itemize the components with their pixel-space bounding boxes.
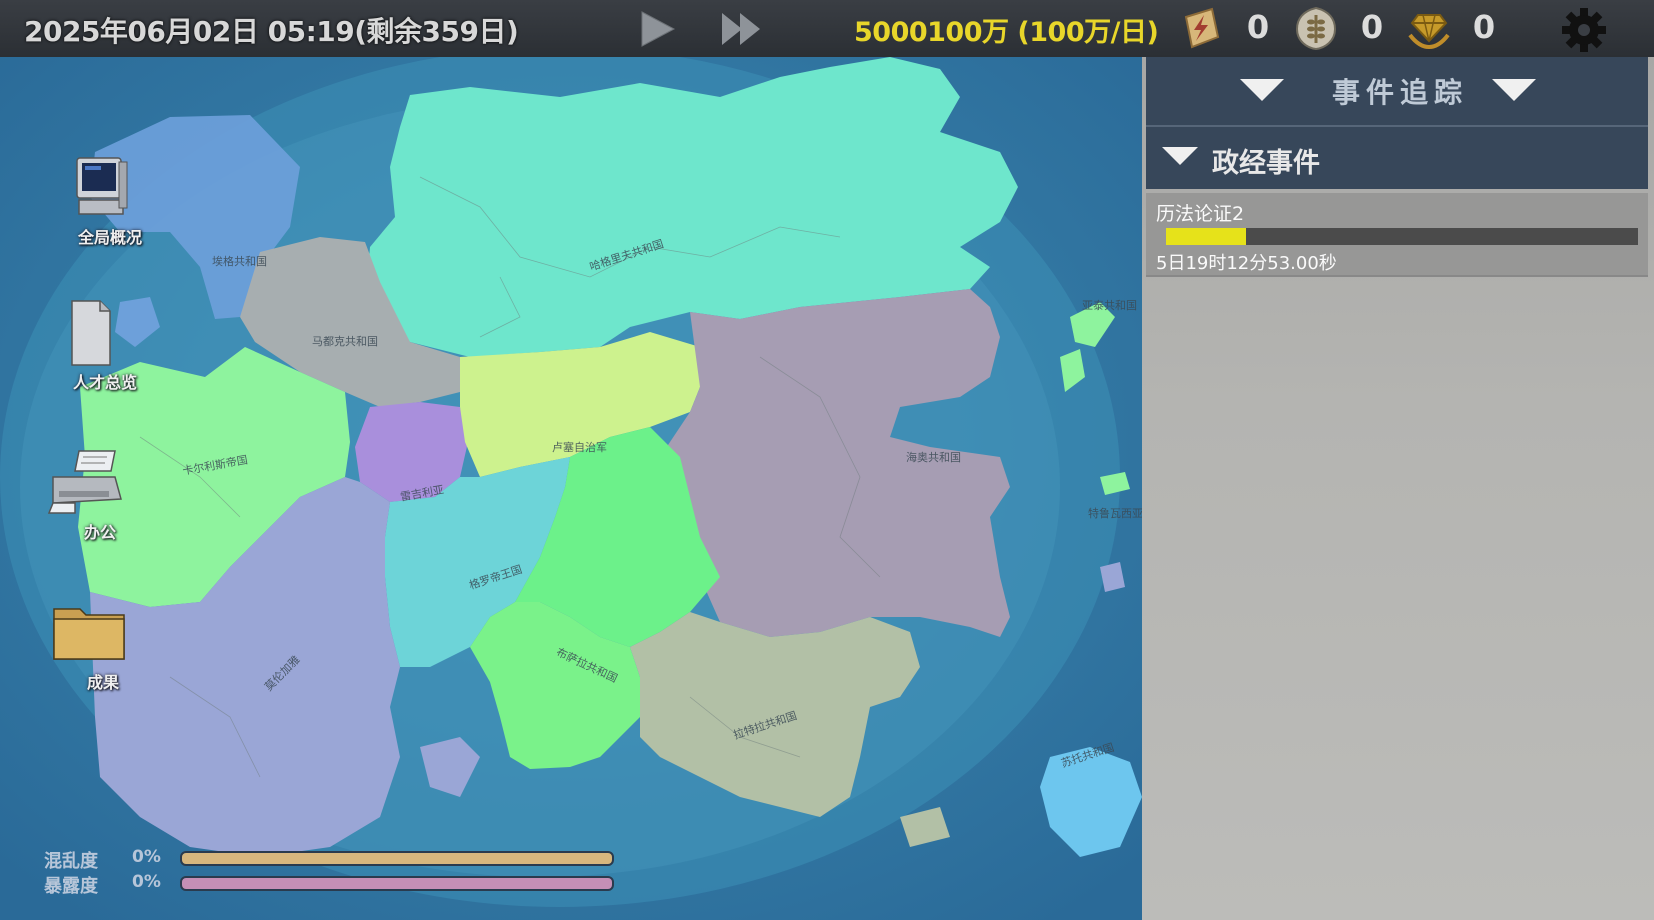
diamond-hands-icon[interactable] (1406, 5, 1452, 51)
region-label: 特鲁瓦西亚 (1088, 507, 1142, 520)
lightning-scroll-icon[interactable] (1178, 5, 1224, 51)
exposure-meter: 暴露度 0% (44, 870, 624, 897)
desktop-item-label: 全局概况 (77, 228, 142, 247)
event-tracker-header: 事件追踪 (1146, 57, 1648, 127)
top-bar: 2025年06月02日 05:19(剩余359日) 5000100万 (100万… (0, 0, 1654, 57)
play-icon (641, 11, 676, 47)
event-name: 历法论证2 (1156, 203, 1245, 225)
chaos-bar (180, 851, 614, 866)
region-label: 马都克共和国 (312, 335, 378, 348)
collapse-left-icon[interactable] (1240, 79, 1284, 101)
desktop-item-label: 成果 (86, 673, 119, 692)
fast-forward-icon (722, 13, 760, 45)
gear-icon (1562, 8, 1606, 52)
world-map[interactable]: 埃格共和国 马都克共和国 哈格里夫共和国 卡尔利斯帝国 雷吉利亚 卢塞自治军 海… (0, 57, 1142, 920)
event-tracker-panel: 事件追踪 政经事件 历法论证2 5日19时12分53.00秒 (1142, 57, 1654, 920)
desktop-item-results[interactable]: 成果 (48, 597, 158, 693)
exposure-label: 暴露度 (44, 876, 98, 897)
chevron-down-icon (1162, 147, 1198, 165)
resource-2-value: 0 (1360, 8, 1384, 46)
document-icon (71, 300, 111, 366)
desktop-item-talent[interactable]: 人才总览 (50, 297, 160, 393)
settings-gear-button[interactable] (1558, 6, 1610, 54)
computer-icon (76, 157, 128, 215)
collapse-right-icon[interactable] (1492, 79, 1536, 101)
region-label: 卢塞自治军 (552, 441, 607, 454)
desktop-item-overview[interactable]: 全局概况 (55, 152, 165, 248)
desktop-item-label: 办公 (83, 523, 116, 542)
event-item[interactable]: 历法论证2 5日19时12分53.00秒 (1146, 193, 1648, 277)
play-button[interactable] (636, 8, 680, 50)
region-label: 亚泰共和国 (1082, 299, 1137, 312)
desktop-item-label: 人才总览 (72, 373, 137, 392)
category-header-politics[interactable]: 政经事件 (1146, 127, 1648, 189)
event-progress-bar (1166, 228, 1638, 245)
panel-title: 事件追踪 (1332, 76, 1469, 109)
event-time-remaining: 5日19时12分53.00秒 (1156, 253, 1337, 274)
exposure-bar (180, 876, 614, 891)
map-canvas (0, 57, 1142, 920)
chaos-value: 0% (132, 847, 161, 867)
region-label: 海奥共和国 (906, 451, 961, 464)
wheat-badge-icon[interactable] (1293, 5, 1339, 51)
printer-icon (47, 450, 122, 514)
money-display: 5000100万 (100万/日) (854, 17, 1159, 48)
folder-icon (53, 608, 125, 660)
game-date: 2025年06月02日 05:19(剩余359日) (24, 15, 519, 48)
exposure-value: 0% (132, 872, 161, 892)
fast-forward-button[interactable] (720, 8, 764, 50)
resource-1-value: 0 (1246, 8, 1270, 46)
category-title: 政经事件 (1212, 148, 1320, 179)
desktop-item-office[interactable]: 办公 (45, 447, 155, 543)
resource-3-value: 0 (1472, 8, 1496, 46)
region-label: 埃格共和国 (212, 255, 267, 268)
chaos-meter: 混乱度 0% (44, 845, 624, 872)
event-progress-fill (1166, 228, 1247, 245)
